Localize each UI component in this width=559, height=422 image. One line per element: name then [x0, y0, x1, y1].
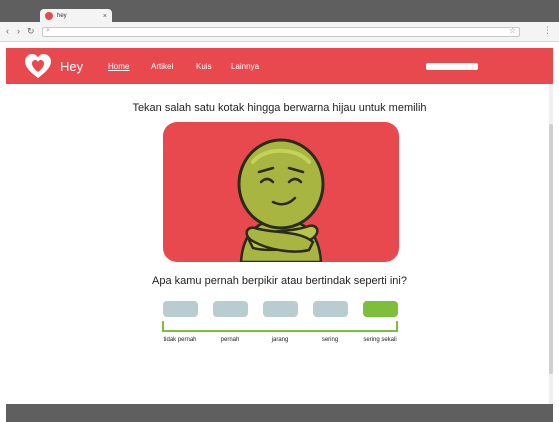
close-icon[interactable]: × [103, 13, 107, 20]
option-label: pernah [220, 337, 240, 343]
instruction-text: Tekan salah satu kotak hingga berwarna h… [132, 102, 427, 114]
tab-title: hey [57, 13, 67, 19]
forward-icon[interactable]: › [17, 26, 20, 36]
search-icon: ⌕ [46, 27, 50, 34]
site-search-input[interactable]: ⌕ [426, 60, 478, 70]
nav-home[interactable]: Home [108, 62, 129, 71]
browser-tabstrip: hey × [0, 0, 559, 23]
heart-logo-icon[interactable] [24, 53, 52, 79]
option-label: tidak pernah [163, 337, 197, 343]
footer-bar [6, 404, 553, 422]
search-icon: ⌕ [473, 60, 477, 66]
option-jarang-button[interactable] [263, 301, 298, 317]
option-sering-button[interactable] [313, 301, 348, 317]
thinking-character-icon [237, 138, 325, 262]
page-scrollbar[interactable] [549, 84, 553, 404]
option-sering-sekali-button[interactable] [363, 301, 398, 317]
option-pernah-button[interactable] [213, 301, 248, 317]
favicon-icon [45, 12, 53, 20]
browser-menu-icon[interactable]: ⋮ [543, 25, 552, 36]
quiz-question: Apa kamu pernah berpikir atau bertindak … [152, 275, 407, 287]
option-label: sering [321, 337, 339, 343]
nav-artikel[interactable]: Artikel [151, 62, 173, 71]
option-tidak-pernah-button[interactable] [163, 301, 198, 317]
nav-kuis[interactable]: Kuis [196, 62, 212, 71]
browser-toolbar: ‹ › ↻ ⌕ ☆ ⋮ [0, 22, 559, 42]
option-label: sering sekali [363, 337, 397, 343]
reload-icon[interactable]: ↻ [27, 26, 35, 37]
quiz-illustration [163, 122, 399, 262]
site-header: Hey Home Artikel Kuis Lainnya ⌕ [6, 48, 553, 84]
nav-lainnya[interactable]: Lainnya [231, 62, 259, 71]
scale-bracket-right [396, 321, 398, 331]
answer-scale: tidak pernah pernah jarang sering sering… [160, 301, 400, 351]
browser-tab[interactable]: hey × [40, 9, 112, 23]
bookmark-star-icon[interactable]: ☆ [509, 26, 516, 35]
scrollbar-thumb[interactable] [549, 124, 553, 374]
option-label: jarang [271, 337, 289, 343]
brand-name[interactable]: Hey [60, 59, 83, 74]
address-bar[interactable]: ⌕ ☆ [42, 26, 520, 37]
scale-bracket-line [162, 330, 398, 332]
back-icon[interactable]: ‹ [6, 26, 9, 36]
